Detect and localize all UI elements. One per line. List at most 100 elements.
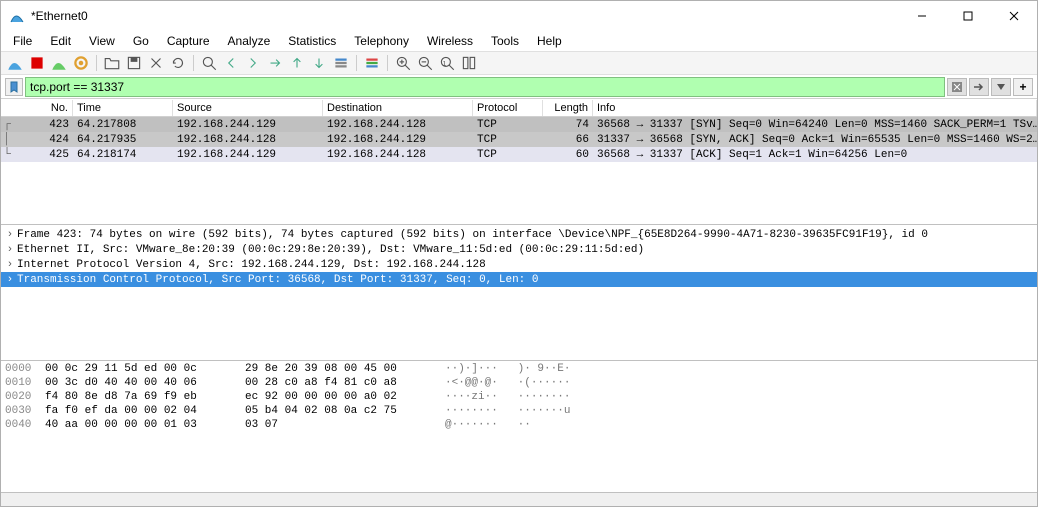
cell-destination: 192.168.244.128 [323,149,473,161]
display-filter-input[interactable] [25,77,945,97]
toolbar-sep [193,55,194,71]
menu-help[interactable]: Help [529,32,570,50]
menu-analyze[interactable]: Analyze [220,32,279,50]
go-last-icon[interactable] [309,53,329,73]
svg-text:1: 1 [443,60,447,67]
hex-row[interactable]: 0020f4 80 8e d8 7a 69 f9 ebec 92 00 00 0… [5,391,1033,405]
hex-bytes: f4 80 8e d8 7a 69 f9 eb [45,391,245,405]
toolbar-sep [387,55,388,71]
resize-columns-icon[interactable] [459,53,479,73]
column-source[interactable]: Source [173,100,323,116]
colorize-icon[interactable] [362,53,382,73]
hex-bytes: 05 b4 04 02 08 0a c2 75 [245,405,445,419]
filter-history-icon[interactable] [991,78,1011,96]
filter-bookmark-icon[interactable] [5,78,23,96]
menu-view[interactable]: View [81,32,123,50]
filter-apply-icon[interactable] [969,78,989,96]
menu-capture[interactable]: Capture [159,32,218,50]
hex-row[interactable]: 000000 0c 29 11 5d ed 00 0c29 8e 20 39 0… [5,363,1033,377]
menu-telephony[interactable]: Telephony [346,32,417,50]
go-first-icon[interactable] [287,53,307,73]
cell-protocol: TCP [473,119,543,131]
packet-details-pane[interactable]: ›Frame 423: 74 bytes on wire (592 bits),… [1,225,1037,361]
save-file-icon[interactable] [124,53,144,73]
column-info[interactable]: Info [593,100,1037,116]
hex-row[interactable]: 0030fa f0 ef da 00 00 02 0405 b4 04 02 0… [5,405,1033,419]
cell-source: 192.168.244.128 [173,134,323,146]
column-protocol[interactable]: Protocol [473,100,543,116]
auto-scroll-icon[interactable] [331,53,351,73]
filter-add-button[interactable]: + [1013,78,1033,96]
cell-protocol: TCP [473,149,543,161]
packet-bytes-pane[interactable]: 000000 0c 29 11 5d ed 00 0c29 8e 20 39 0… [1,361,1037,492]
column-destination[interactable]: Destination [323,100,473,116]
column-time[interactable]: Time [73,100,173,116]
cell-length: 74 [543,119,593,131]
conversation-line-icon: ┌ [1,119,13,130]
protocol-tree-item[interactable]: ›Frame 423: 74 bytes on wire (592 bits),… [1,227,1037,242]
find-packet-icon[interactable] [199,53,219,73]
go-back-icon[interactable] [221,53,241,73]
packet-row[interactable]: └42564.218174192.168.244.129192.168.244.… [1,147,1037,162]
toolbar-sep [356,55,357,71]
cell-length: 66 [543,134,593,146]
detail-text: Transmission Control Protocol, Src Port:… [17,274,539,286]
expand-arrow-icon[interactable]: › [3,259,17,270]
restart-capture-icon[interactable] [49,53,69,73]
packet-list-pane[interactable]: No. Time Source Destination Protocol Len… [1,99,1037,225]
expand-arrow-icon[interactable]: › [3,244,17,255]
stop-capture-icon[interactable] [27,53,47,73]
packet-row[interactable]: │42464.217935192.168.244.128192.168.244.… [1,132,1037,147]
zoom-in-icon[interactable] [393,53,413,73]
detail-text: Internet Protocol Version 4, Src: 192.16… [17,259,486,271]
reload-icon[interactable] [168,53,188,73]
protocol-tree-item[interactable]: ›Internet Protocol Version 4, Src: 192.1… [1,257,1037,272]
titlebar: *Ethernet0 [1,1,1037,31]
cell-protocol: TCP [473,134,543,146]
menu-statistics[interactable]: Statistics [280,32,344,50]
hex-row[interactable]: 001000 3c d0 40 40 00 40 0600 28 c0 a8 f… [5,377,1033,391]
toolbar: 1 [1,51,1037,75]
maximize-button[interactable] [945,1,991,31]
expand-arrow-icon[interactable]: › [3,274,17,285]
filter-clear-icon[interactable] [947,78,967,96]
close-file-icon[interactable] [146,53,166,73]
zoom-out-icon[interactable] [415,53,435,73]
minimize-button[interactable] [899,1,945,31]
go-forward-icon[interactable] [243,53,263,73]
menu-go[interactable]: Go [125,32,157,50]
cell-time: 64.217808 [73,119,173,131]
hex-ascii: @······· ·· [445,419,1033,433]
column-no[interactable]: No. [13,100,73,116]
hex-bytes: 00 3c d0 40 40 00 40 06 [45,377,245,391]
menu-wireless[interactable]: Wireless [419,32,481,50]
cell-info: 36568 → 31337 [SYN] Seq=0 Win=64240 Len=… [593,119,1037,131]
conversation-line-icon: │ [1,134,13,145]
cell-no: 424 [13,134,73,146]
close-button[interactable] [991,1,1037,31]
hex-row[interactable]: 004040 aa 00 00 00 00 01 0303 07@·······… [5,419,1033,433]
protocol-tree-item[interactable]: ›Transmission Control Protocol, Src Port… [1,272,1037,287]
hex-bytes: ec 92 00 00 00 00 a0 02 [245,391,445,405]
menu-file[interactable]: File [5,32,40,50]
statusbar [1,492,1037,506]
protocol-tree-item[interactable]: ›Ethernet II, Src: VMware_8e:20:39 (00:0… [1,242,1037,257]
hex-ascii: ··)·]··· )· 9··E· [445,363,1033,377]
app-icon [9,8,25,24]
packet-list-header[interactable]: No. Time Source Destination Protocol Len… [1,99,1037,117]
start-capture-icon[interactable] [5,53,25,73]
menu-edit[interactable]: Edit [42,32,79,50]
hex-bytes: 00 28 c0 a8 f4 81 c0 a8 [245,377,445,391]
packet-row[interactable]: ┌42364.217808192.168.244.129192.168.244.… [1,117,1037,132]
capture-options-icon[interactable] [71,53,91,73]
menu-tools[interactable]: Tools [483,32,527,50]
column-length[interactable]: Length [543,100,593,116]
cell-source: 192.168.244.129 [173,119,323,131]
go-to-packet-icon[interactable] [265,53,285,73]
open-file-icon[interactable] [102,53,122,73]
expand-arrow-icon[interactable]: › [3,229,17,240]
zoom-reset-icon[interactable]: 1 [437,53,457,73]
hex-offset: 0010 [5,377,45,391]
hex-offset: 0020 [5,391,45,405]
hex-ascii: ········ ·······u [445,405,1033,419]
